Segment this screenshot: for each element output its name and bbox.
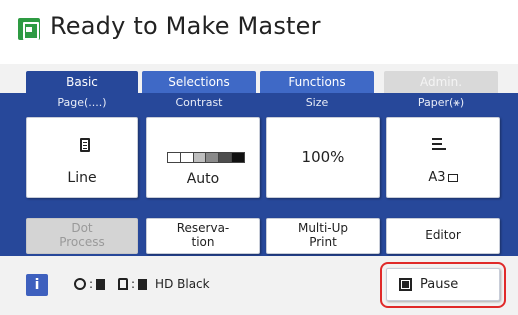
tab-admin: Admin. xyxy=(384,71,498,93)
dot-process-button: Dot Process xyxy=(26,218,138,254)
editor-button[interactable]: Editor xyxy=(386,218,500,254)
reservation-button[interactable]: Reserva- tion xyxy=(146,218,260,254)
master-icon xyxy=(18,18,40,40)
header: Ready to Make Master xyxy=(0,0,518,64)
tab-functions[interactable]: Functions xyxy=(260,71,374,93)
paper-button[interactable]: A3 xyxy=(386,117,500,198)
paper-stack-icon xyxy=(432,138,446,151)
paper-value: A3 xyxy=(428,170,446,185)
pause-button[interactable]: Pause xyxy=(386,268,500,301)
page-title: Ready to Make Master xyxy=(50,12,321,40)
document-icon xyxy=(80,138,90,152)
size-button[interactable]: 100% xyxy=(266,117,380,198)
tab-bar: Basic Selections Functions Admin. xyxy=(0,71,518,93)
stop-icon xyxy=(399,278,412,291)
landscape-icon xyxy=(447,173,458,182)
page-value: Line xyxy=(67,170,97,186)
contrast-label: Contrast xyxy=(175,96,223,109)
info-button[interactable]: i xyxy=(26,274,48,296)
ink-icon xyxy=(118,278,128,290)
contrast-value: Auto xyxy=(186,171,220,187)
ink-name: HD Black xyxy=(155,277,210,291)
ink-level-icon xyxy=(138,278,148,290)
screen: Ready to Make Master Basic Selections Fu… xyxy=(0,0,518,315)
tab-selections[interactable]: Selections xyxy=(142,71,256,93)
size-label: Size xyxy=(305,96,329,109)
contrast-scale xyxy=(167,152,245,163)
pause-label: Pause xyxy=(420,277,459,292)
tab-basic[interactable]: Basic xyxy=(26,71,138,93)
paper-label: Paper(⚹) xyxy=(417,96,465,109)
drum-icon xyxy=(74,278,86,290)
ink-status: : HD Black xyxy=(118,277,210,291)
contrast-button[interactable]: Auto xyxy=(146,117,260,198)
drum-level-icon xyxy=(96,278,106,290)
page-button[interactable]: Line xyxy=(26,117,138,198)
size-value: 100% xyxy=(301,148,345,166)
drum-status: : xyxy=(74,277,106,291)
multi-up-print-button[interactable]: Multi-Up Print xyxy=(266,218,380,254)
page-label: Page(....) xyxy=(57,96,107,109)
